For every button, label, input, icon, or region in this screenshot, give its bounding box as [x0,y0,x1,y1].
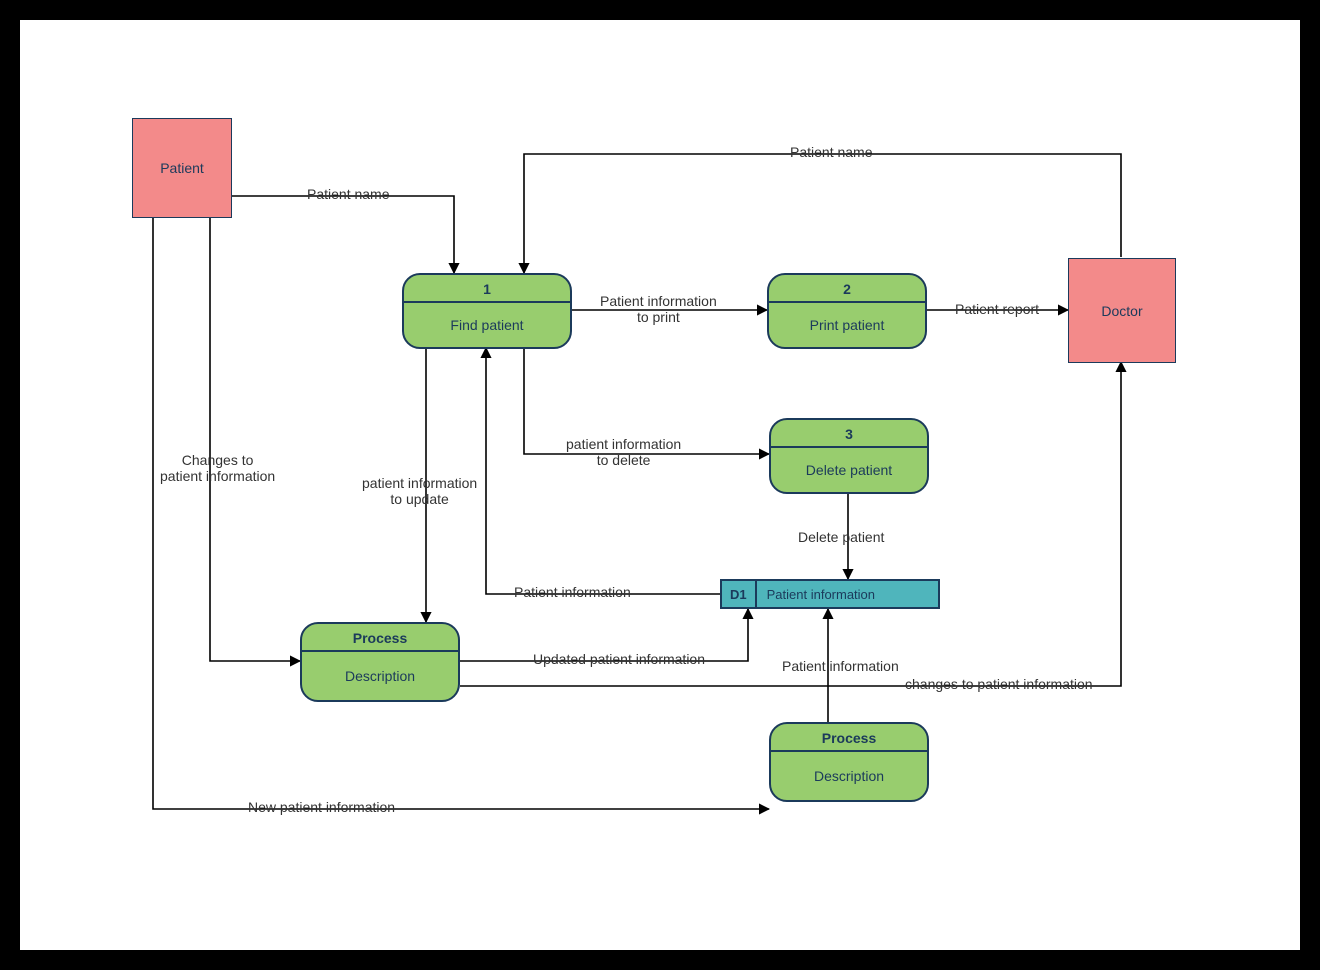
diagram-canvas: Patient Doctor 1 Find patient 2 Print pa… [20,20,1300,950]
flow-label: Patient name [790,144,873,160]
flow-label: patient information to delete [566,436,681,468]
process-4-body: Description [302,652,458,700]
flow-label: Patient name [307,186,390,202]
entity-patient[interactable]: Patient [132,118,232,218]
flow-label: Changes to patient information [160,452,275,484]
entity-doctor-label: Doctor [1101,303,1142,319]
flow-label: changes to patient information [905,676,1093,692]
flow-label: Patient report [955,301,1039,317]
flow-label: Patient information [514,584,631,600]
process-update[interactable]: Process Description [300,622,460,702]
flow-label: Updated patient information [533,651,705,667]
entity-doctor[interactable]: Doctor [1068,258,1176,363]
datastore-body: Patient information [757,581,938,607]
flow-label: Delete patient [798,529,884,545]
process-1-head: 1 [404,275,570,303]
flow-label: Patient information to print [600,293,717,325]
process-4-head: Process [302,624,458,652]
flow-label: patient information to update [362,475,477,507]
process-2-head: 2 [769,275,925,303]
flow-label: Patient information [782,658,899,674]
process-5-body: Description [771,752,927,800]
process-print-patient[interactable]: 2 Print patient [767,273,927,349]
datastore-id: D1 [722,581,757,607]
process-3-head: 3 [771,420,927,448]
process-3-body: Delete patient [771,448,927,492]
process-delete-patient[interactable]: 3 Delete patient [769,418,929,494]
process-2-body: Print patient [769,303,925,347]
process-find-patient[interactable]: 1 Find patient [402,273,572,349]
process-5-head: Process [771,724,927,752]
process-1-body: Find patient [404,303,570,347]
entity-patient-label: Patient [160,160,204,176]
datastore-patient-info[interactable]: D1 Patient information [720,579,940,609]
process-new[interactable]: Process Description [769,722,929,802]
flow-label: New patient information [248,799,395,815]
